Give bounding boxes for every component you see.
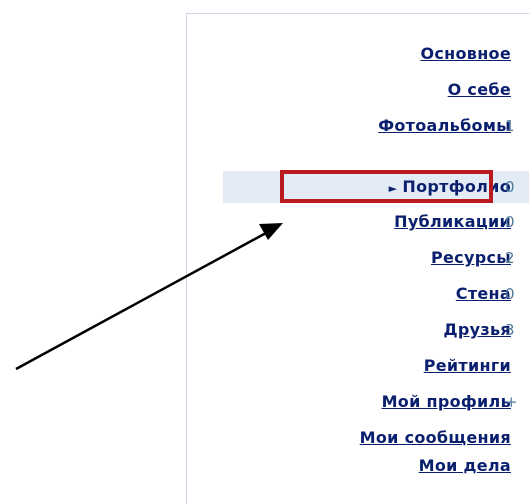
annotation-arrow-icon (15, 223, 283, 371)
